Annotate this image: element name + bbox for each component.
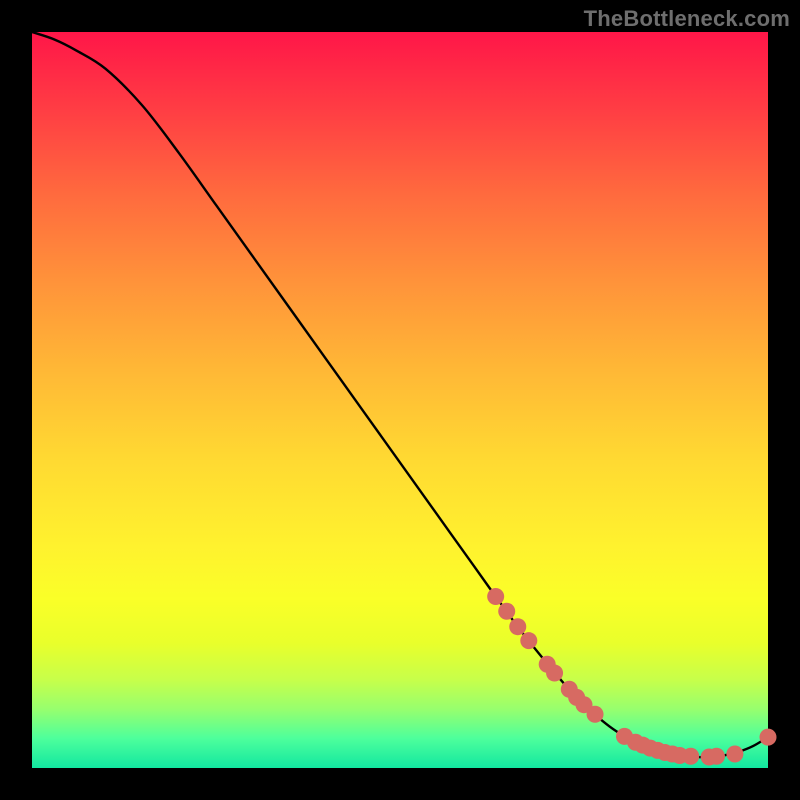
data-marker — [498, 603, 515, 620]
data-marker — [682, 748, 699, 765]
curve-line — [32, 32, 768, 757]
data-marker — [487, 588, 504, 605]
data-marker — [726, 746, 743, 763]
chart-overlay — [0, 0, 800, 800]
data-marker — [546, 665, 563, 682]
chart-stage: TheBottleneck.com — [0, 0, 800, 800]
marker-group — [487, 588, 776, 765]
data-marker — [760, 729, 777, 746]
data-marker — [520, 632, 537, 649]
data-marker — [509, 618, 526, 635]
data-marker — [708, 748, 725, 765]
curve-path — [32, 32, 768, 757]
data-marker — [587, 706, 604, 723]
